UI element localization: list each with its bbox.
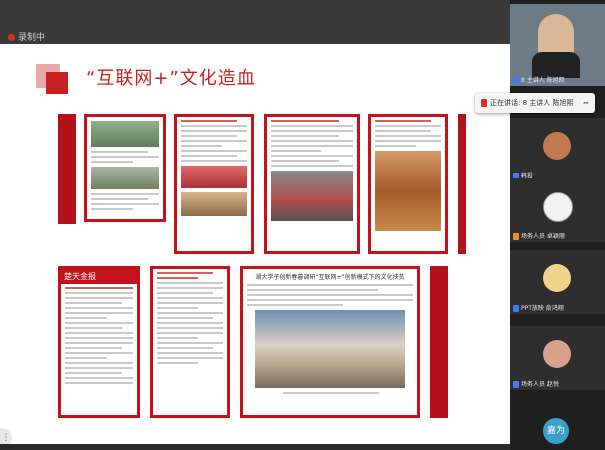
article-photo	[181, 192, 247, 216]
participant-label: PPT放映 俞鸿翔	[521, 305, 564, 312]
participant-label: 场务人员 卓颖丽	[521, 233, 565, 240]
record-icon	[8, 34, 15, 41]
collapse-handle[interactable]: ⋮	[0, 428, 12, 444]
mic-icon	[481, 99, 487, 107]
right-red-bar	[430, 266, 448, 418]
article-card-7: 湖大学子创新春暮调研“互联网+”创新模式下的文化扶贫	[240, 266, 420, 418]
title-decoration-accent	[46, 72, 68, 94]
right-red-bar	[458, 114, 466, 254]
article-card-4	[368, 114, 448, 254]
recording-bar: 录制中	[0, 0, 510, 44]
mic-icon	[513, 305, 519, 312]
participant-panel: 8 主讲人 陈旭熙 韩投 场务人员 卓颖丽 PPT放映 俞鸿翔 场务人员 赵悦	[510, 0, 605, 450]
mic-icon	[513, 77, 519, 84]
self-avatar[interactable]: 嘉为	[543, 418, 569, 444]
participant-tile-presenter[interactable]: 8 主讲人 陈旭熙	[510, 4, 605, 86]
participant-tile[interactable]: PPT放映 俞鸿翔	[510, 250, 605, 314]
share-arrow-icon[interactable]: ➦	[583, 93, 589, 113]
recording-label: 录制中	[18, 33, 46, 43]
speaking-text: 正在讲话: 8 主讲人 陈旭熙	[490, 99, 574, 107]
article-photo	[271, 171, 353, 221]
slide-title: “互联网+”文化造血	[86, 68, 256, 89]
mic-icon	[513, 233, 519, 240]
article-photo	[255, 310, 405, 388]
speaking-indicator[interactable]: 正在讲话: 8 主讲人 陈旭熙 ➦	[475, 93, 595, 113]
article-card-6	[150, 266, 230, 418]
avatar	[543, 340, 571, 368]
article-photo	[375, 151, 441, 231]
article-photo	[181, 166, 247, 188]
participant-tile[interactable]: 场务人员 赵悦	[510, 326, 605, 390]
newspaper-masthead: 楚天金报	[61, 269, 137, 284]
mic-icon	[513, 381, 519, 388]
shared-slide: “互联网+”文化造血 楚天金报 湖大学子创新春暮调研“互联网+”创新模式下的文化…	[0, 44, 510, 444]
article-card-1	[84, 114, 166, 222]
avatar	[543, 192, 573, 222]
left-red-bar	[58, 114, 76, 224]
article-photo	[91, 121, 159, 147]
participant-tile[interactable]: 场务人员 卓颖丽	[510, 178, 605, 242]
avatar	[543, 264, 571, 292]
article-card-5: 楚天金报	[58, 266, 140, 418]
article-card-3	[264, 114, 360, 254]
participant-tile[interactable]: 韩投	[510, 118, 605, 182]
article-headline: 湖大学子创新春暮调研“互联网+”创新模式下的文化扶贫	[255, 274, 405, 281]
participant-label: 8 主讲人 陈旭熙	[521, 77, 565, 84]
avatar	[543, 132, 571, 160]
article-card-2	[174, 114, 254, 254]
participant-label: 场务人员 赵悦	[521, 381, 559, 388]
article-photo	[91, 167, 159, 189]
